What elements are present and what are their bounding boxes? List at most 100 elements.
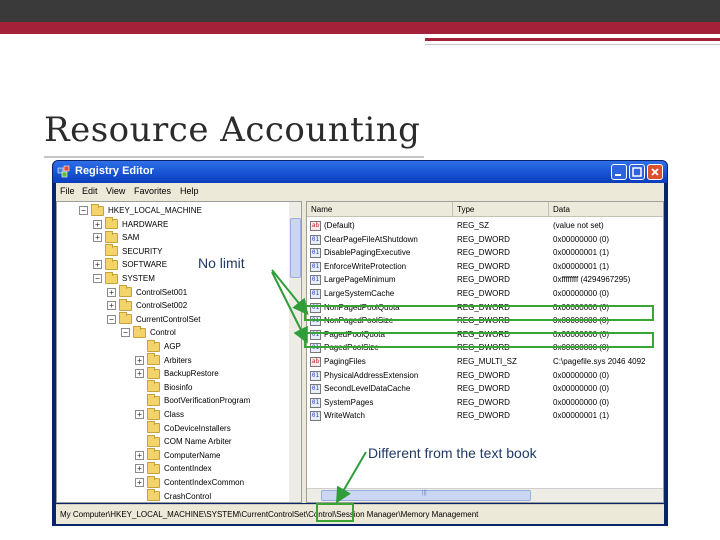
menu-favorites[interactable]: Favorites <box>134 186 171 196</box>
value-data: C:\pagefile.sys 2046 4092 <box>553 357 646 366</box>
tree-item[interactable]: + SAM <box>93 230 139 244</box>
values-horizontal-scrollbar[interactable]: ||| <box>307 488 663 502</box>
value-row[interactable]: 01 SystemPages REG_DWORD 0x00000000 (0) <box>307 396 663 409</box>
value-row[interactable]: 01 LargePageMinimum REG_DWORD 0xffffffff (4… <box>307 273 663 286</box>
tree-item[interactable]: BootVerificationProgram <box>135 393 251 407</box>
binary-value-icon: 01 <box>310 289 321 299</box>
expand-icon[interactable]: + <box>135 410 144 419</box>
value-type: REG_DWORD <box>457 275 510 285</box>
folder-icon <box>147 393 160 406</box>
value-row[interactable]: 01 LargeSystemCache REG_DWORD 0x00000000 (0… <box>307 287 663 300</box>
tree-item[interactable]: + Class <box>135 407 184 421</box>
expand-icon[interactable]: + <box>107 301 116 311</box>
expand-icon[interactable]: + <box>93 219 102 229</box>
expand-icon[interactable]: + <box>135 464 144 474</box>
binary-value-icon: 01 <box>310 411 321 422</box>
value-row[interactable]: 01 PhysicalAddressExtension REG_DWORD 0x000… <box>307 369 663 382</box>
menu-help[interactable]: Help <box>180 186 199 196</box>
menu-file[interactable]: File <box>60 186 75 196</box>
tree-item[interactable]: + ControlSet001 <box>107 285 187 299</box>
folder-icon <box>147 421 160 434</box>
collapse-icon[interactable]: − <box>121 328 130 338</box>
expand-icon[interactable]: + <box>135 369 144 379</box>
nonpaged-pool-quota-highlight <box>304 305 654 321</box>
value-data: 0x00000000 (0) <box>553 397 610 407</box>
value-name: LargeSystemCache <box>324 289 395 298</box>
expand-icon[interactable]: + <box>93 233 102 243</box>
value-name: SystemPages <box>324 397 374 407</box>
binary-value-icon: 01 <box>310 248 321 259</box>
value-type: REG_DWORD <box>457 289 510 298</box>
value-row[interactable]: ab PagingFiles REG_MULTI_SZ C:\pagefile.sys… <box>307 355 663 368</box>
tree-scroll-thumb[interactable] <box>290 218 301 278</box>
status-bar: My Computer\HKEY_LOCAL_MACHINE\SYSTEM\Cu… <box>56 504 664 524</box>
tree-item[interactable]: + HARDWARE <box>93 217 168 231</box>
menu-edit[interactable]: Edit <box>82 186 98 196</box>
tree-item[interactable]: + ComputerName <box>135 448 221 462</box>
tree-item-label: Arbiters <box>164 355 192 365</box>
window-titlebar[interactable]: Registry Editor <box>53 161 667 183</box>
minimize-button[interactable] <box>611 164 627 180</box>
tree-item[interactable]: − CurrentControlSet <box>107 312 200 326</box>
binary-value-icon: 01 <box>310 370 321 381</box>
tree-item[interactable]: + ContentIndexCommon <box>135 475 244 489</box>
tree-item[interactable]: + ContentIndex <box>135 461 212 475</box>
tree-item[interactable]: + ControlSet002 <box>107 298 188 312</box>
menu-view[interactable]: View <box>106 186 125 196</box>
collapse-icon[interactable]: − <box>107 314 116 324</box>
no-limit-annotation: No limit <box>198 255 245 271</box>
collapse-icon[interactable]: − <box>93 274 102 283</box>
value-data: 0x00000001 (1) <box>553 261 610 271</box>
value-name: LargePageMinimum <box>324 275 396 285</box>
maximize-button[interactable] <box>629 164 645 180</box>
value-type: REG_DWORD <box>457 248 510 258</box>
tree-item[interactable]: + BackupRestore <box>135 366 219 380</box>
folder-icon <box>105 244 118 257</box>
tree-item[interactable]: Biosinfo <box>135 380 192 394</box>
expand-icon[interactable]: + <box>135 450 144 460</box>
tree-item-label: BootVerificationProgram <box>164 396 251 406</box>
value-row[interactable]: ab (Default) REG_SZ (value not set) <box>307 219 663 232</box>
value-row[interactable]: 01 DisablePagingExecutive REG_DWORD 0x00000… <box>307 246 663 259</box>
tree-item[interactable]: COM Name Arbiter <box>135 434 232 448</box>
binary-value-icon: 01 <box>310 275 321 286</box>
string-value-icon: ab <box>310 221 321 231</box>
folder-icon <box>119 312 132 325</box>
tree-item[interactable]: SECURITY <box>93 244 162 258</box>
value-row[interactable]: 01 SecondLevelDataCache REG_DWORD 0x0000000… <box>307 382 663 395</box>
folder-icon <box>147 434 160 447</box>
tree-item[interactable]: − HKEY_LOCAL_MACHINE <box>79 203 202 217</box>
tree-item-label: ComputerName <box>164 450 221 460</box>
column-header-type[interactable]: Type <box>453 202 549 217</box>
key-tree-pane[interactable]: − HKEY_LOCAL_MACHINE + HARDWARE + SAM SECURITY… <box>56 201 302 503</box>
close-button[interactable] <box>647 164 663 180</box>
tree-item[interactable]: CoDeviceInstallers <box>135 421 231 435</box>
tree-item[interactable]: + Arbiters <box>135 353 192 367</box>
collapse-icon[interactable]: − <box>79 206 88 215</box>
tree-item[interactable]: − SYSTEM <box>93 271 155 285</box>
folder-icon <box>119 285 132 298</box>
expand-icon[interactable]: + <box>93 260 102 270</box>
tree-item-label: AGP <box>164 342 181 351</box>
column-header-name[interactable]: Name <box>307 202 453 217</box>
value-name: ClearPageFileAtShutdown <box>324 234 418 244</box>
folder-icon <box>105 230 118 243</box>
tree-item[interactable]: + SOFTWARE <box>93 257 167 271</box>
tree-vertical-scrollbar[interactable] <box>289 202 301 502</box>
value-row[interactable]: 01 ClearPageFileAtShutdown REG_DWORD 0x0000… <box>307 233 663 246</box>
value-row[interactable]: 01 EnforceWriteProtection REG_DWORD 0x00000… <box>307 260 663 273</box>
folder-icon <box>147 366 160 379</box>
expand-icon[interactable]: + <box>107 287 116 297</box>
tree-item-label: ControlSet002 <box>136 301 188 311</box>
value-name: (Default) <box>324 221 355 230</box>
column-header-data[interactable]: Data <box>549 202 663 217</box>
expand-icon[interactable]: + <box>135 478 144 487</box>
tree-item[interactable]: AGP <box>135 339 181 353</box>
value-row[interactable]: 01 WriteWatch REG_DWORD 0x00000001 (1) <box>307 409 663 422</box>
value-data: 0x00000000 (0) <box>553 384 610 394</box>
scroll-grip-icon: ||| <box>422 490 427 496</box>
tree-item[interactable]: CrashControl <box>135 489 211 502</box>
expand-icon[interactable]: + <box>135 355 144 365</box>
value-data: 0x00000000 (0) <box>553 234 610 244</box>
tree-item[interactable]: − Control <box>121 325 176 339</box>
